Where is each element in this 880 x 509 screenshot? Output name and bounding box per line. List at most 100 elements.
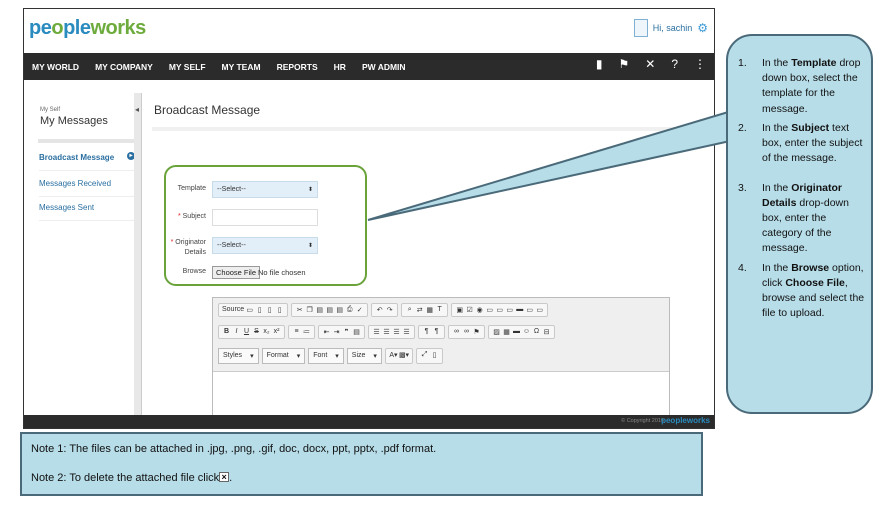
sidebar-item-broadcast-message[interactable]: Broadcast Message ▸ [39, 152, 135, 171]
maximize-icon[interactable]: ⤢ [420, 351, 429, 361]
page-break-icon[interactable]: ⊟ [542, 328, 551, 336]
templates-icon[interactable]: ▯ [275, 306, 284, 314]
toolbar-row-1: Source ▭ ▯ ▯ ▯ ✂ ❐ ▤ ▤ ▤ ⎙ ✓ ↶ ↷ ⌕ ⇄ ▦ T… [218, 303, 549, 317]
form-icon[interactable]: ▣ [455, 306, 464, 314]
cut-icon[interactable]: ✂ [295, 306, 304, 314]
nav-item-my-world[interactable]: MY WORLD [24, 62, 87, 72]
nav-item-pw-admin[interactable]: PW ADMIN [354, 62, 414, 72]
subject-input[interactable] [212, 209, 318, 226]
remove-format-icon[interactable]: T [435, 306, 444, 314]
sidebar-item-messages-received[interactable]: Messages Received [39, 179, 135, 197]
preview-icon[interactable]: ▯ [265, 306, 274, 314]
gear-icon[interactable]: ⚙ [697, 21, 708, 35]
new-page-icon[interactable]: ▯ [255, 306, 264, 314]
outdent-icon[interactable]: ⇤ [322, 328, 331, 336]
template-select[interactable]: --Select-- ⬍ [212, 181, 318, 198]
anchor-icon[interactable]: ⚑ [472, 328, 481, 336]
rtl-icon[interactable]: ¶ [432, 328, 441, 336]
align-left-icon[interactable]: ☰ [372, 328, 381, 336]
table-icon[interactable]: ▦ [502, 328, 511, 336]
sidebar-collapse-handle[interactable]: ◂ [134, 93, 142, 415]
paste-word-icon[interactable]: ▤ [335, 306, 344, 314]
select-field-icon[interactable]: ▭ [505, 306, 514, 314]
font-dropdown[interactable]: Font ▾ [308, 348, 344, 364]
styles-dropdown[interactable]: Styles ▾ [218, 348, 259, 364]
textfield-icon[interactable]: ▭ [485, 306, 494, 314]
replace-icon[interactable]: ⇄ [415, 306, 424, 314]
hidden-field-icon[interactable]: ▭ [535, 306, 544, 314]
nav-item-my-company[interactable]: MY COMPANY [87, 62, 161, 72]
button-field-icon[interactable]: ▬ [515, 306, 524, 314]
note-1: Note 1: The files can be attached in .jp… [31, 443, 437, 455]
book-icon[interactable]: ▮ [596, 57, 603, 71]
sidebar-item-messages-sent[interactable]: Messages Sent [39, 203, 135, 221]
rich-text-editor: Source ▭ ▯ ▯ ▯ ✂ ❐ ▤ ▤ ▤ ⎙ ✓ ↶ ↷ ⌕ ⇄ ▦ T… [212, 297, 670, 417]
select-all-icon[interactable]: ▦ [425, 306, 434, 314]
sidebar-divider [38, 139, 134, 143]
save-icon[interactable]: ▭ [245, 306, 254, 314]
textarea-icon[interactable]: ▭ [495, 306, 504, 314]
ltr-icon[interactable]: ¶ [422, 328, 431, 336]
nav-item-my-self[interactable]: MY SELF [161, 62, 214, 72]
top-bar: peopleworks Hi, sachin ⚙ [24, 9, 714, 53]
link-icon[interactable]: ∞ [452, 328, 461, 336]
align-center-icon[interactable]: ☰ [382, 328, 391, 336]
superscript-button[interactable]: x² [272, 328, 281, 336]
nav-item-my-team[interactable]: MY TEAM [214, 62, 269, 72]
div-icon[interactable]: ▤ [352, 328, 361, 336]
originator-select[interactable]: --Select-- ⬍ [212, 237, 318, 254]
tools-icon[interactable]: ✕ [645, 57, 655, 71]
image-icon[interactable]: ▨ [492, 328, 501, 336]
browse-label: Browse [182, 268, 206, 275]
notes-box: Note 1: The files can be attached in .jp… [20, 432, 703, 496]
paste-text-icon[interactable]: ▤ [325, 306, 334, 314]
avatar[interactable] [633, 19, 648, 37]
flag-icon[interactable]: ⚑ [618, 57, 629, 71]
help-icon[interactable]: ? [671, 57, 678, 71]
toolbar-row-3: Styles ▾ Format ▾ Font ▾ Size ▾ A▾ ▩▾ ⤢ ▯ [218, 348, 444, 364]
print-icon[interactable]: ⎙ [345, 306, 354, 314]
choose-file-button[interactable]: Choose File [212, 266, 261, 279]
checkbox-icon[interactable]: ☑ [465, 306, 474, 314]
unlink-icon[interactable]: ∞ [462, 328, 471, 336]
special-char-icon[interactable]: Ω [532, 328, 541, 336]
breadcrumb[interactable]: My Self [40, 107, 60, 113]
bold-button[interactable]: B [222, 328, 231, 336]
text-color-icon[interactable]: A▾ [389, 351, 398, 361]
copy-icon[interactable]: ❐ [305, 306, 314, 314]
step-2: 2. In the Subject text box, enter the sub… [738, 121, 863, 165]
nav-item-reports[interactable]: REPORTS [269, 62, 326, 72]
spellcheck-icon[interactable]: ✓ [355, 306, 364, 314]
undo-icon[interactable]: ↶ [375, 306, 384, 314]
radio-icon[interactable]: ◉ [475, 306, 484, 314]
bulleted-list-icon[interactable]: ≔ [302, 328, 311, 336]
subscript-button[interactable]: x₂ [262, 328, 271, 336]
blockquote-icon[interactable]: ❞ [342, 328, 351, 336]
format-dropdown[interactable]: Format ▾ [261, 348, 306, 364]
peopleworks-logo[interactable]: peopleworks [29, 17, 146, 40]
paste-icon[interactable]: ▤ [315, 306, 324, 314]
align-right-icon[interactable]: ☰ [392, 328, 401, 336]
source-button[interactable]: Source [222, 306, 244, 314]
numbered-list-icon[interactable]: ≡ [292, 328, 301, 336]
title-divider [152, 127, 712, 131]
italic-button[interactable]: I [232, 328, 241, 336]
align-justify-icon[interactable]: ☰ [402, 328, 411, 336]
smiley-icon[interactable]: ☺ [522, 328, 531, 336]
strikethrough-button[interactable]: S [252, 328, 261, 336]
chevron-left-icon: ◂ [135, 105, 140, 114]
bg-color-icon[interactable]: ▩▾ [399, 351, 409, 361]
nav-item-hr[interactable]: HR [326, 62, 354, 72]
horizontal-line-icon[interactable]: ▬ [512, 328, 521, 336]
underline-button[interactable]: U [242, 328, 251, 336]
chevron-down-icon: ⬍ [307, 187, 313, 193]
nav-icons: ▮ ⚑ ✕ ? ⋮ [596, 57, 706, 71]
find-icon[interactable]: ⌕ [405, 306, 414, 314]
redo-icon[interactable]: ↷ [385, 306, 394, 314]
show-blocks-icon[interactable]: ▯ [430, 351, 439, 361]
image-button-icon[interactable]: ▭ [525, 306, 534, 314]
menu-icon[interactable]: ⋮ [694, 57, 706, 71]
template-row: Template --Select-- ⬍ [166, 181, 366, 201]
size-dropdown[interactable]: Size ▾ [346, 348, 382, 364]
indent-icon[interactable]: ⇥ [332, 328, 341, 336]
